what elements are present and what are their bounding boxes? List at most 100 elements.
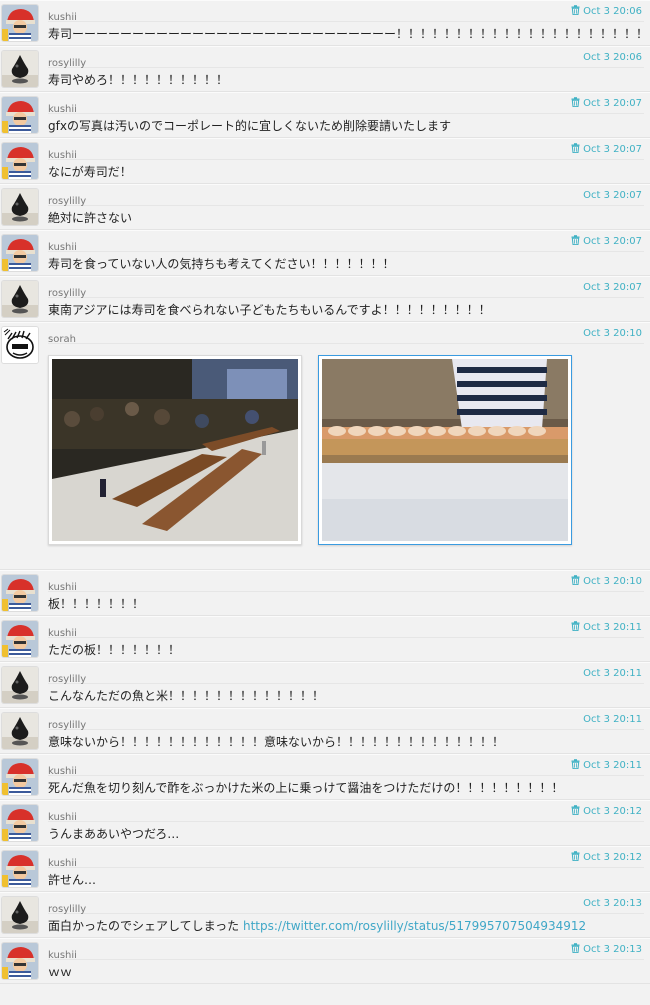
- timestamp-label[interactable]: Oct 3 20:07: [583, 98, 642, 109]
- timestamp[interactable]: Oct 3 20:07: [583, 189, 642, 203]
- username[interactable]: kushii: [48, 812, 77, 823]
- avatar-rosylilly[interactable]: [2, 51, 38, 87]
- username[interactable]: kushii: [48, 242, 77, 253]
- message-row: kushii Oct 3 20:07 なにが寿司だ！: [0, 138, 650, 184]
- avatar-rosylilly[interactable]: [2, 189, 38, 225]
- avatar-rosylilly[interactable]: [2, 713, 38, 749]
- timestamp-label[interactable]: Oct 3 20:06: [583, 52, 642, 63]
- message-row: kushii Oct 3 20:07 gfxの写真は汚いのでコーポレート的に宜しくな…: [0, 92, 650, 138]
- message-row: kushii Oct 3 20:07 寿司を食っていない人の気持ちも考えてください！…: [0, 230, 650, 276]
- message-text: 東南アジアには寿司を食べられない子どもたちもいるんですよ！！！！！！！！！: [48, 301, 644, 319]
- timestamp[interactable]: Oct 3 20:13: [571, 943, 642, 958]
- timestamp[interactable]: Oct 3 20:12: [571, 851, 642, 866]
- username[interactable]: rosylilly: [48, 904, 86, 915]
- avatar-kushii[interactable]: [2, 943, 38, 979]
- timestamp[interactable]: Oct 3 20:07: [571, 143, 642, 158]
- timestamp[interactable]: Oct 3 20:11: [583, 667, 642, 681]
- message-row: sorah Oct 3 20:10: [0, 322, 650, 570]
- username[interactable]: kushii: [48, 950, 77, 961]
- trash-icon[interactable]: [571, 235, 580, 250]
- username[interactable]: kushii: [48, 104, 77, 115]
- image-thumbnail-sushi[interactable]: [318, 355, 572, 545]
- trash-icon[interactable]: [571, 851, 580, 866]
- message-row: kushii Oct 3 20:12 うんまああいやつだろ…: [0, 800, 650, 846]
- avatar-kushii[interactable]: [2, 5, 38, 41]
- timestamp[interactable]: Oct 3 20:10: [571, 575, 642, 590]
- timestamp-label[interactable]: Oct 3 20:06: [583, 6, 642, 17]
- avatar-kushii[interactable]: [2, 97, 38, 133]
- avatar-kushii[interactable]: [2, 759, 38, 795]
- username[interactable]: rosylilly: [48, 196, 86, 207]
- username[interactable]: rosylilly: [48, 720, 86, 731]
- timestamp[interactable]: Oct 3 20:06: [583, 51, 642, 65]
- avatar-sorah[interactable]: [2, 327, 38, 363]
- trash-icon[interactable]: [571, 97, 580, 112]
- username[interactable]: rosylilly: [48, 674, 86, 685]
- image-thumbnail-venue[interactable]: [48, 355, 302, 545]
- avatar-kushii[interactable]: [2, 143, 38, 179]
- username[interactable]: kushii: [48, 582, 77, 593]
- avatar-kushii[interactable]: [2, 621, 38, 657]
- trash-icon[interactable]: [571, 575, 580, 590]
- message-body: こんなんただの魚と米！！！！！！！！！！！！！: [48, 689, 325, 703]
- timestamp-label[interactable]: Oct 3 20:13: [583, 944, 642, 955]
- avatar-rosylilly[interactable]: [2, 667, 38, 703]
- message-row: kushii Oct 3 20:12 許せん…: [0, 846, 650, 892]
- username[interactable]: kushii: [48, 150, 77, 161]
- message-text: こんなんただの魚と米！！！！！！！！！！！！！: [48, 687, 644, 705]
- message-header: rosylilly Oct 3 20:11: [48, 713, 644, 731]
- trash-icon[interactable]: [571, 943, 580, 958]
- message-row: kushii Oct 3 20:13 ｗｗ: [0, 938, 650, 984]
- timestamp-label[interactable]: Oct 3 20:07: [583, 190, 642, 201]
- message-header: kushii Oct 3 20:11: [48, 621, 644, 639]
- timestamp-label[interactable]: Oct 3 20:07: [583, 282, 642, 293]
- timestamp-label[interactable]: Oct 3 20:13: [583, 898, 642, 909]
- timestamp-label[interactable]: Oct 3 20:12: [583, 852, 642, 863]
- timestamp-label[interactable]: Oct 3 20:07: [583, 236, 642, 247]
- avatar-rosylilly[interactable]: [2, 281, 38, 317]
- timestamp-label[interactable]: Oct 3 20:11: [583, 714, 642, 725]
- message-link[interactable]: https://twitter.com/rosylilly/status/517…: [243, 919, 586, 933]
- username[interactable]: rosylilly: [48, 288, 86, 299]
- avatar-rosylilly[interactable]: [2, 897, 38, 933]
- username[interactable]: kushii: [48, 628, 77, 639]
- timestamp[interactable]: Oct 3 20:12: [571, 805, 642, 820]
- avatar-kushii[interactable]: [2, 805, 38, 841]
- username[interactable]: rosylilly: [48, 58, 86, 69]
- trash-icon[interactable]: [571, 759, 580, 774]
- message-body: 死んだ魚を切り刻んで酢をぶっかけた米の上に乗っけて醤油をつけただけの！！！！！！…: [48, 781, 564, 795]
- timestamp-label[interactable]: Oct 3 20:11: [583, 622, 642, 633]
- timestamp[interactable]: Oct 3 20:07: [583, 281, 642, 295]
- trash-icon[interactable]: [571, 143, 580, 158]
- username[interactable]: sorah: [48, 334, 76, 345]
- timestamp[interactable]: Oct 3 20:07: [571, 235, 642, 250]
- username[interactable]: kushii: [48, 12, 77, 23]
- message-header: rosylilly Oct 3 20:06: [48, 51, 644, 69]
- timestamp-label[interactable]: Oct 3 20:10: [583, 576, 642, 587]
- message-header: kushii Oct 3 20:12: [48, 851, 644, 869]
- message-header: kushii Oct 3 20:10: [48, 575, 644, 593]
- timestamp-label[interactable]: Oct 3 20:10: [583, 328, 642, 339]
- username[interactable]: kushii: [48, 766, 77, 777]
- username[interactable]: kushii: [48, 858, 77, 869]
- timestamp-label[interactable]: Oct 3 20:07: [583, 144, 642, 155]
- trash-icon[interactable]: [571, 805, 580, 820]
- timestamp[interactable]: Oct 3 20:06: [571, 5, 642, 20]
- timestamp[interactable]: Oct 3 20:10: [583, 327, 642, 341]
- timestamp[interactable]: Oct 3 20:07: [571, 97, 642, 112]
- timestamp[interactable]: Oct 3 20:11: [571, 621, 642, 636]
- timestamp[interactable]: Oct 3 20:11: [571, 759, 642, 774]
- timestamp-label[interactable]: Oct 3 20:11: [583, 668, 642, 679]
- message-text: 許せん…: [48, 871, 644, 889]
- avatar-kushii[interactable]: [2, 851, 38, 887]
- timestamp-label[interactable]: Oct 3 20:12: [583, 806, 642, 817]
- avatar-kushii[interactable]: [2, 235, 38, 271]
- avatar-kushii[interactable]: [2, 575, 38, 611]
- trash-icon[interactable]: [571, 621, 580, 636]
- timestamp[interactable]: Oct 3 20:11: [583, 713, 642, 727]
- timestamp[interactable]: Oct 3 20:13: [583, 897, 642, 911]
- timestamp-label[interactable]: Oct 3 20:11: [583, 760, 642, 771]
- message-header: kushii Oct 3 20:11: [48, 759, 644, 777]
- message-row: kushii Oct 3 20:10 板！！！！！！！: [0, 570, 650, 616]
- trash-icon[interactable]: [571, 5, 580, 20]
